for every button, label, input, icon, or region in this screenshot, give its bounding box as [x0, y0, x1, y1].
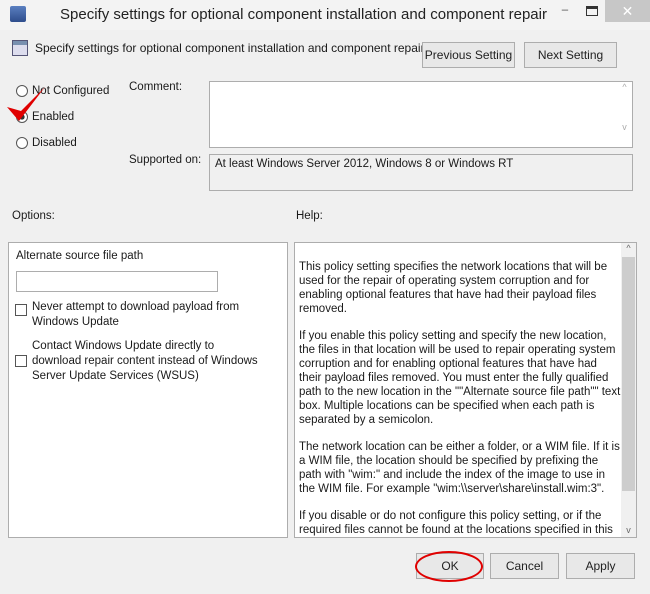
window-title: Specify settings for optional component …: [60, 6, 547, 23]
title-bar: Specify settings for optional component …: [0, 0, 650, 30]
policy-title: Specify settings for optional component …: [35, 41, 425, 55]
path-label: Alternate source file path: [16, 250, 144, 262]
radio-circle: [16, 137, 28, 149]
help-paragraph: The network location can be either a fol…: [299, 441, 620, 495]
options-label: Options:: [12, 210, 55, 222]
maximize-button[interactable]: [586, 6, 598, 16]
alternate-path-input[interactable]: [16, 271, 218, 292]
radio-label: Disabled: [32, 137, 77, 149]
supported-on-field: At least Windows Server 2012, Windows 8 …: [209, 154, 633, 191]
options-panel: Alternate source file path Never attempt…: [8, 242, 288, 538]
red-circle-annotation: [415, 551, 483, 582]
help-paragraph: This policy setting specifies the networ…: [299, 261, 608, 315]
scroll-thumb[interactable]: [622, 257, 635, 491]
policy-icon: [12, 40, 28, 56]
checkbox-label: Contact Windows Update directly to downl…: [32, 340, 258, 382]
checkbox-contact-wu[interactable]: Contact Windows Update directly to downl…: [15, 339, 265, 384]
help-paragraph: If you enable this policy setting and sp…: [299, 330, 621, 426]
previous-setting-button[interactable]: Previous Setting: [422, 42, 515, 68]
supported-label: Supported on:: [129, 154, 202, 166]
comment-label: Comment:: [129, 81, 183, 93]
red-checkmark-annotation: [7, 87, 45, 121]
cancel-button[interactable]: Cancel: [490, 553, 559, 579]
checkbox[interactable]: [15, 304, 27, 316]
checkbox[interactable]: [15, 355, 27, 367]
app-icon: [10, 6, 26, 22]
next-setting-button[interactable]: Next Setting: [524, 42, 617, 68]
radio-disabled[interactable]: Disabled: [16, 137, 77, 149]
minimize-button[interactable]: –: [555, 4, 575, 24]
comment-scrollbar[interactable]: ^ v: [617, 82, 632, 147]
help-paragraph: If you disable or do not configure this …: [299, 510, 613, 536]
apply-button[interactable]: Apply: [566, 553, 635, 579]
help-scrollbar[interactable]: ^ v: [621, 243, 636, 537]
help-label: Help:: [296, 210, 323, 222]
checkbox-never-download[interactable]: Never attempt to download payload from W…: [15, 300, 240, 330]
checkbox-label: Never attempt to download payload from W…: [32, 301, 240, 328]
close-button[interactable]: ✕: [605, 0, 650, 22]
help-panel: This policy setting specifies the networ…: [294, 242, 637, 538]
comment-textarea[interactable]: ^ v: [209, 81, 633, 148]
supported-value: At least Windows Server 2012, Windows 8 …: [215, 158, 514, 170]
